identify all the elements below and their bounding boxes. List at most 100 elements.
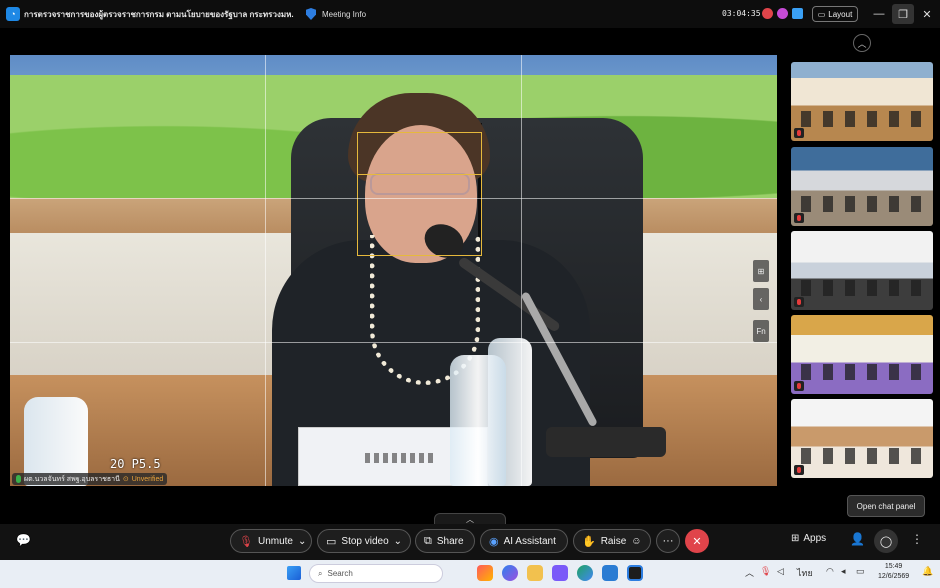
chevron-up-icon[interactable]: ︿ bbox=[745, 566, 754, 579]
unmute-label: Unmute bbox=[257, 535, 293, 547]
thumbnail-people bbox=[801, 448, 923, 464]
participant-name-tag: ผต.นวลจันทร์ สพฐ.อุบลราชธานี ⊙ Unverifie… bbox=[12, 473, 168, 485]
word-icon[interactable] bbox=[602, 565, 618, 581]
apps-grid-icon: ⊞ bbox=[791, 533, 800, 544]
participants-icon[interactable]: 👤 bbox=[850, 532, 865, 546]
muted-mic-icon bbox=[794, 465, 804, 475]
share-button[interactable]: ⧉ Share bbox=[415, 529, 475, 553]
overflow-menu-icon[interactable]: ⋮ bbox=[911, 532, 923, 546]
participant-thumbnail[interactable] bbox=[791, 231, 933, 310]
taskbar-clock[interactable]: 15:49 12/6/2569 bbox=[878, 562, 909, 582]
stop-video-label: Stop video bbox=[341, 535, 389, 547]
unmute-button[interactable]: 🎙 Unmute ⌄ bbox=[230, 529, 312, 553]
ai-assistant-icon: ◉ bbox=[489, 535, 499, 548]
notes-icon[interactable] bbox=[792, 8, 803, 19]
wifi-icon[interactable]: ◠ bbox=[826, 566, 834, 577]
file-explorer-icon[interactable] bbox=[527, 565, 543, 581]
share-screen-icon: ⧉ bbox=[424, 534, 432, 547]
side-tool-fn[interactable]: Fn bbox=[753, 320, 769, 342]
nameplate-text bbox=[365, 453, 435, 463]
layout-label: Layout bbox=[828, 9, 853, 19]
search-placeholder: Search bbox=[327, 569, 353, 578]
clock-time: 15:49 bbox=[884, 563, 903, 570]
thumbnail-people bbox=[801, 280, 923, 296]
layout-icon: ▭ bbox=[817, 9, 826, 19]
ai-summary-icon[interactable] bbox=[777, 8, 788, 19]
chat-tooltip: Open chat panel bbox=[847, 495, 925, 517]
chevron-up-icon: ︿ bbox=[466, 514, 474, 524]
shield-icon[interactable] bbox=[306, 8, 316, 20]
side-tool-collapse[interactable]: ‹ bbox=[753, 288, 769, 310]
face-tracking-divider bbox=[357, 174, 482, 175]
grid-line bbox=[265, 55, 266, 486]
muted-mic-icon bbox=[794, 297, 804, 307]
grid-line bbox=[10, 198, 777, 199]
apps-label: Apps bbox=[803, 533, 827, 544]
unverified-icon: ⊙ bbox=[122, 476, 129, 483]
video-camera-icon: ▭ bbox=[326, 535, 337, 548]
taskbar-search[interactable]: ⌕ Search bbox=[309, 564, 443, 583]
chat-panel-button[interactable]: ◯ bbox=[874, 529, 898, 553]
grid-line bbox=[521, 55, 522, 486]
main-video-stage[interactable]: 20 P5.5 ⊞ ‹ Fn ผต.นวลจันทร์ สพฐ.อุบลราชธ… bbox=[10, 55, 777, 486]
face-tracking-box bbox=[357, 132, 482, 256]
location-icon[interactable]: ◁ bbox=[777, 566, 784, 577]
search-icon: ⌕ bbox=[318, 568, 323, 578]
close-icon[interactable]: ✕ bbox=[916, 4, 938, 24]
webex-taskbar-icon[interactable] bbox=[627, 565, 643, 581]
microphone-base bbox=[546, 427, 666, 457]
restore-icon[interactable]: ❐ bbox=[892, 4, 914, 24]
chevron-down-icon[interactable]: ⌄ bbox=[394, 536, 402, 547]
participant-thumbnail[interactable] bbox=[791, 399, 933, 478]
stop-video-button[interactable]: ▭ Stop video ⌄ bbox=[317, 529, 411, 553]
language-indicator[interactable]: ไทย bbox=[797, 566, 813, 580]
chrome-icon[interactable] bbox=[577, 565, 593, 581]
minimize-icon[interactable]: — bbox=[868, 4, 890, 24]
participant-thumbnail[interactable] bbox=[791, 62, 933, 141]
meeting-info-button[interactable]: Meeting Info bbox=[322, 10, 366, 19]
raise-hand-button[interactable]: ✋ Raise ☺ bbox=[573, 529, 651, 553]
layout-button[interactable]: ▭ Layout bbox=[812, 6, 858, 22]
thumbnail-people bbox=[801, 364, 923, 380]
ai-assistant-button[interactable]: ◉ AI Assistant bbox=[480, 529, 568, 553]
overlay-stamp: 20 P5.5 bbox=[110, 457, 161, 471]
muted-mic-tray-icon[interactable]: 🎙 bbox=[760, 566, 771, 577]
raise-label: Raise bbox=[600, 535, 627, 547]
elapsed-time: 03:04:35 bbox=[722, 9, 761, 18]
verification-status: Unverified bbox=[131, 475, 164, 483]
copilot-icon[interactable] bbox=[502, 565, 518, 581]
more-options-button[interactable]: ··· bbox=[656, 529, 680, 553]
grid-line bbox=[10, 342, 777, 343]
notifications-icon[interactable]: 🔔 bbox=[922, 566, 933, 577]
taskbar-app-icon[interactable] bbox=[477, 565, 493, 581]
side-tool-grid[interactable]: ⊞ bbox=[753, 260, 769, 282]
muted-mic-icon: 🎙 bbox=[239, 535, 253, 548]
water-bottle bbox=[450, 355, 506, 486]
end-call-button[interactable]: ✕ bbox=[685, 529, 709, 553]
captions-icon[interactable]: 💬 bbox=[16, 533, 31, 547]
ai-assistant-label: AI Assistant bbox=[503, 535, 556, 547]
windows-start-icon[interactable] bbox=[287, 566, 301, 580]
hand-icon: ✋ bbox=[582, 535, 596, 548]
thumbnail-people bbox=[801, 111, 923, 127]
muted-mic-icon bbox=[794, 213, 804, 223]
chat-bubble-icon: ◯ bbox=[879, 535, 893, 548]
participant-thumbnail[interactable] bbox=[791, 315, 933, 394]
record-icon[interactable] bbox=[762, 8, 773, 19]
participant-name: ผต.นวลจันทร์ สพฐ.อุบลราชธานี bbox=[24, 475, 120, 483]
thumbnail-people bbox=[801, 196, 923, 212]
webex-logo-icon: ◔ bbox=[6, 7, 20, 21]
volume-icon[interactable]: ◂ bbox=[841, 566, 846, 577]
battery-icon[interactable]: ▭ bbox=[856, 566, 865, 577]
meeting-title: การตรวจราชการของผู้ตรวจราชการกรม ตามนโยบ… bbox=[24, 9, 294, 19]
share-label: Share bbox=[436, 535, 464, 547]
participant-thumbnail[interactable] bbox=[791, 147, 933, 226]
muted-mic-icon bbox=[794, 381, 804, 391]
reactions-icon[interactable]: ☺ bbox=[631, 536, 641, 547]
muted-mic-icon bbox=[794, 128, 804, 138]
apps-button[interactable]: ⊞ Apps bbox=[791, 533, 826, 544]
chevron-down-icon[interactable]: ⌄ bbox=[298, 536, 306, 547]
taskbar-app-icon[interactable] bbox=[552, 565, 568, 581]
scroll-up-icon[interactable]: ︿ bbox=[853, 34, 871, 52]
clock-date: 12/6/2569 bbox=[878, 573, 910, 580]
